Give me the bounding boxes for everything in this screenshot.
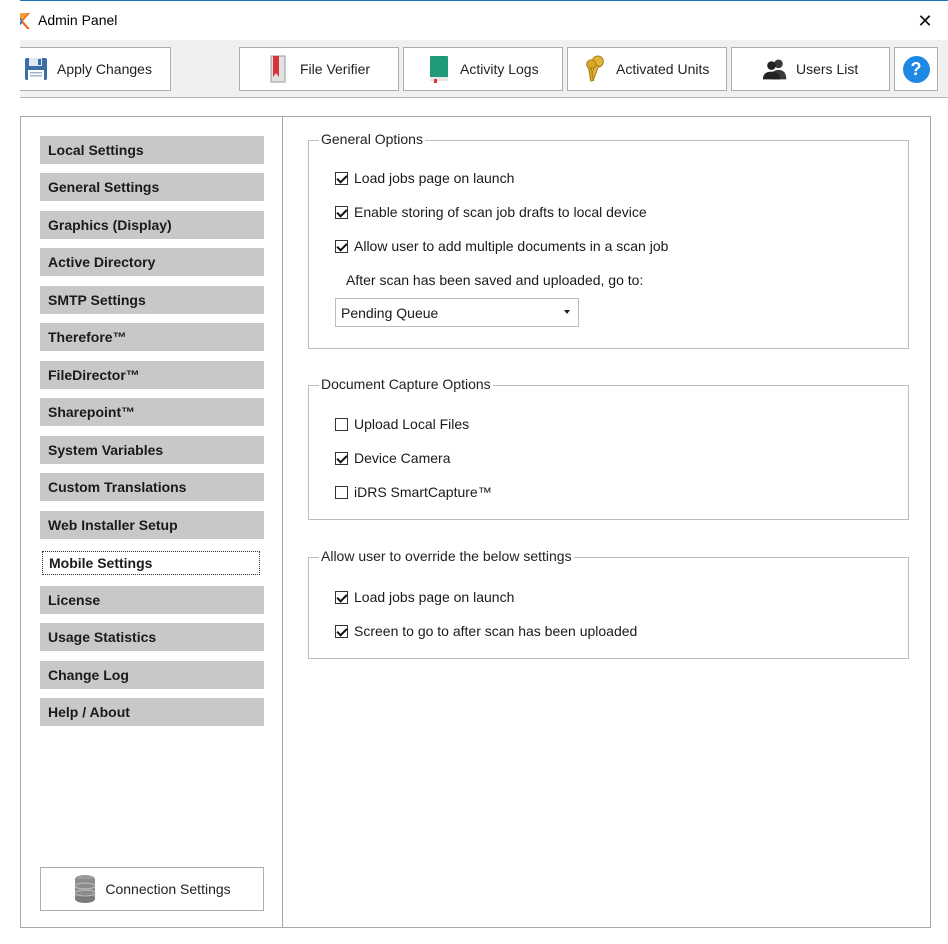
connection-settings-label: Connection Settings [105,881,231,897]
activated-units-button[interactable]: Activated Units [567,47,727,91]
green-book-icon [426,56,452,83]
sidebar-item-help-about[interactable]: Help / About [40,698,264,726]
file-verifier-label: File Verifier [300,61,371,77]
keys-icon [582,55,608,82]
apply-changes-label: Apply Changes [57,61,152,77]
help-circle-icon: ? [902,55,930,83]
general-options-group: General Options Load jobs page on launch… [308,131,909,349]
after-scan-value: Pending Queue [341,304,439,321]
sidebar-item-smtp-settings[interactable]: SMTP Settings [40,286,264,314]
activity-logs-label: Activity Logs [460,61,539,77]
checkbox-box[interactable] [335,451,348,465]
sidebar-item-change-log[interactable]: Change Log [40,661,264,689]
device-camera-label: Device Camera [354,450,451,466]
sidebar-item-therefore[interactable]: Therefore™ [40,323,264,351]
device-camera-checkbox[interactable]: Device Camera [335,450,450,466]
store-drafts-label: Enable storing of scan job drafts to loc… [354,204,647,220]
users-list-button[interactable]: Users List [731,47,890,91]
after-scan-select[interactable]: Pending Queue [335,298,579,327]
users-list-label: Users List [796,61,859,77]
activity-logs-button[interactable]: Activity Logs [403,47,563,91]
sidebar-item-system-variables[interactable]: System Variables [40,436,264,464]
connection-settings-button[interactable]: Connection Settings [40,867,264,911]
users-icon [762,56,788,82]
close-button[interactable]: ✕ [902,1,948,41]
sidebar-item-sharepoint[interactable]: Sharepoint™ [40,398,264,426]
title-bar: Admin Panel ✕ [0,0,948,40]
after-scan-label: After scan has been saved and uploaded, … [346,272,644,288]
dropdown-arrow-icon[interactable] [564,310,570,314]
bookmark-book-icon [266,55,292,83]
document-capture-legend: Document Capture Options [319,376,493,392]
close-icon: ✕ [917,10,933,31]
override-settings-group: Allow user to override the below setting… [308,548,909,659]
sidebar-item-web-installer-setup[interactable]: Web Installer Setup [40,511,264,539]
idrs-smartcapture-checkbox[interactable]: iDRS SmartCapture™ [335,484,492,500]
window-bottom-margin [0,928,948,944]
override-load-jobs-checkbox[interactable]: Load jobs page on launch [335,589,514,605]
load-jobs-checkbox[interactable]: Load jobs page on launch [335,170,514,186]
sidebar-item-local-settings[interactable]: Local Settings [40,136,264,164]
sidebar-item-general-settings[interactable]: General Settings [40,173,264,201]
general-options-legend: General Options [319,131,425,147]
sidebar-item-custom-translations[interactable]: Custom Translations [40,473,264,501]
checkbox-box[interactable] [335,624,348,638]
settings-sidebar: Local Settings General Settings Graphics… [21,117,283,927]
multiple-documents-label: Allow user to add multiple documents in … [354,238,669,254]
toolbar: Apply Changes File Verifier Activity Log… [0,40,948,98]
apply-changes-button[interactable]: Apply Changes [12,47,171,91]
sidebar-item-license[interactable]: License [40,586,264,614]
document-capture-group: Document Capture Options Upload Local Fi… [308,376,909,520]
override-after-scan-screen-label: Screen to go to after scan has been uplo… [354,623,638,639]
upload-local-files-label: Upload Local Files [354,416,470,432]
idrs-smartcapture-label: iDRS SmartCapture™ [354,484,492,500]
file-verifier-button[interactable]: File Verifier [239,47,399,91]
checkbox-box[interactable] [335,485,348,499]
upload-local-files-checkbox[interactable]: Upload Local Files [335,416,469,432]
override-settings-legend: Allow user to override the below setting… [319,548,574,564]
database-icon [74,875,96,903]
checkbox-box[interactable] [335,205,348,219]
checkbox-box[interactable] [335,417,348,431]
checkbox-box[interactable] [335,239,348,253]
checkbox-box[interactable] [335,590,348,604]
sidebar-item-usage-statistics[interactable]: Usage Statistics [40,623,264,651]
override-after-scan-screen-checkbox[interactable]: Screen to go to after scan has been uplo… [335,623,637,639]
window-left-margin [0,0,20,944]
sidebar-item-filedirector[interactable]: FileDirector™ [40,361,264,389]
store-drafts-checkbox[interactable]: Enable storing of scan job drafts to loc… [335,204,647,220]
floppy-disk-icon [23,56,49,82]
multiple-documents-checkbox[interactable]: Allow user to add multiple documents in … [335,238,668,254]
load-jobs-label: Load jobs page on launch [354,170,515,186]
window-title: Admin Panel [38,12,118,28]
sidebar-item-graphics-display[interactable]: Graphics (Display) [40,211,264,239]
sidebar-item-mobile-settings[interactable]: Mobile Settings [42,551,260,575]
help-button[interactable]: ? [894,47,938,91]
override-load-jobs-label: Load jobs page on launch [354,589,515,605]
sidebar-item-active-directory[interactable]: Active Directory [40,248,264,276]
help-glyph: ? [910,58,922,79]
activated-units-label: Activated Units [616,61,710,77]
main-panel: Local Settings General Settings Graphics… [20,116,931,928]
checkbox-box[interactable] [335,171,348,185]
